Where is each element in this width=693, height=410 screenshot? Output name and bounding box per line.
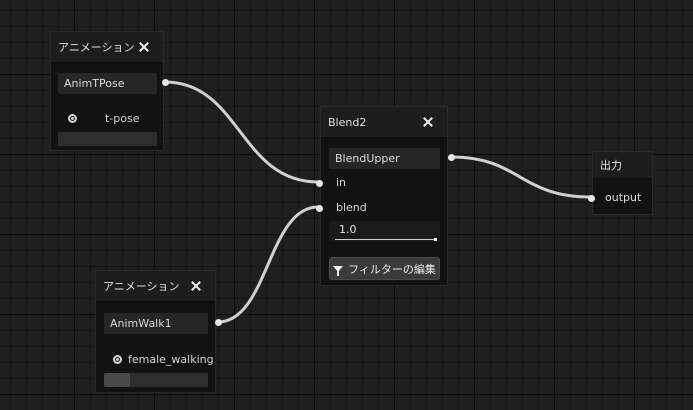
close-icon[interactable] [136,39,152,55]
close-icon[interactable] [188,278,204,294]
output-port[interactable] [448,154,455,161]
filter-icon [333,265,344,276]
node-title: 出力 [600,159,622,172]
blend-name-field[interactable]: BlendUpper [329,148,440,169]
animation-asset-icon [113,355,122,364]
asset-name: t-pose [105,112,140,125]
node-title: アニメーション [58,41,135,54]
animation-asset-icon [68,114,77,123]
node-header[interactable]: アニメーション [96,271,215,302]
node-title: アニメーション [103,280,180,293]
blend2-node[interactable]: Blend2 BlendUpper in blend 1.0 フィルターの編集 [316,106,455,286]
input-label-output: output [605,191,642,204]
close-icon[interactable] [420,114,436,130]
blend-amount-slider[interactable]: 1.0 [329,221,440,242]
input-port-blend[interactable] [316,205,323,212]
input-port-in[interactable] [316,180,323,187]
playback-progress-bar[interactable] [104,373,208,387]
asset-name: female_walking [128,353,214,366]
output-port[interactable] [162,79,169,86]
wire-animtpose-to-blend-in [163,80,320,184]
wire-animwalk1-to-blend-blend [216,205,320,324]
animation-node-tpose[interactable]: アニメーション AnimTPose t-pose [50,31,169,151]
output-node[interactable]: 出力 output [588,151,653,215]
output-port[interactable] [215,319,222,326]
slider-knob[interactable] [434,238,437,241]
clip-name-field[interactable]: AnimWalk1 [104,313,208,334]
clip-name-field[interactable]: AnimTPose [58,73,157,94]
slider-track [335,239,436,240]
progress-fill [104,373,130,387]
node-header[interactable]: 出力 [593,152,652,179]
node-header[interactable]: アニメーション [51,32,163,63]
playback-progress-bar[interactable] [58,132,157,146]
edit-filter-label: フィルターの編集 [348,262,436,276]
animation-node-walk[interactable]: アニメーション AnimWalk1 female_walking [95,270,222,393]
asset-row[interactable]: t-pose [68,112,140,125]
edit-filter-button[interactable]: フィルターの編集 [329,257,440,280]
node-header[interactable]: Blend2 [321,107,447,138]
input-label-blend: blend [336,201,367,214]
blend-value: 1.0 [339,223,357,236]
input-label-in: in [336,176,347,189]
node-title: Blend2 [328,115,367,129]
wire-blend-to-output [449,155,592,199]
input-port-output[interactable] [588,195,595,202]
asset-row[interactable]: female_walking [113,353,214,366]
